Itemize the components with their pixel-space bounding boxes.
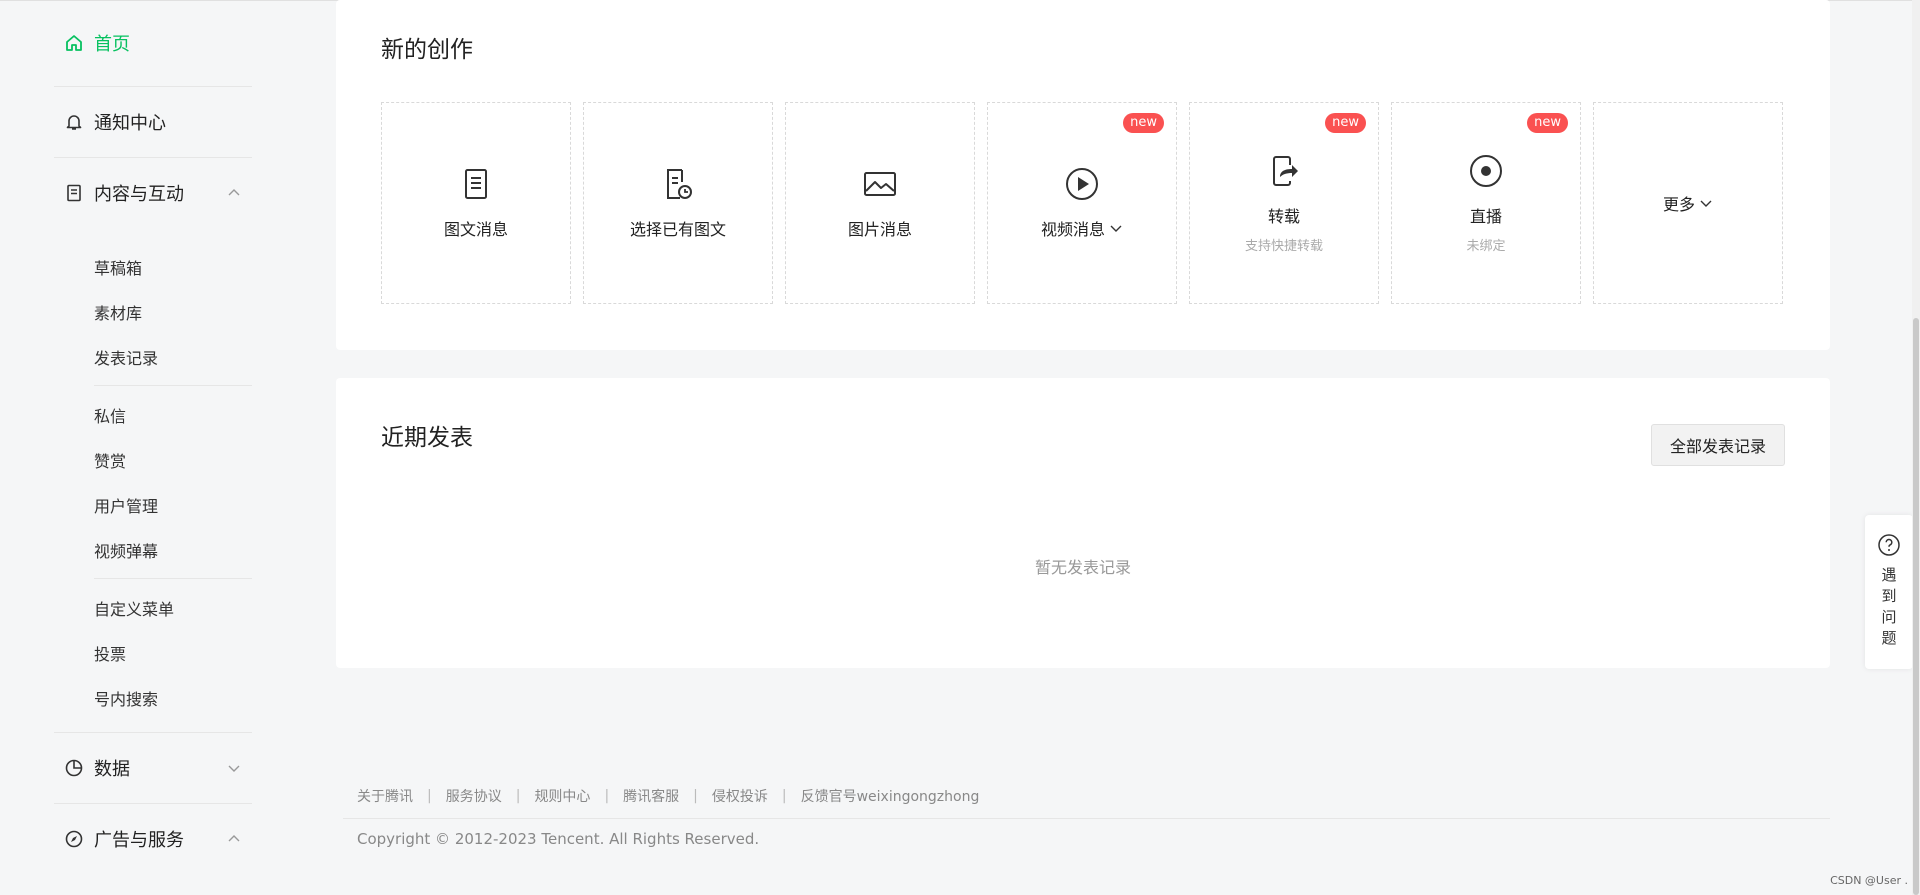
footer-link-rules[interactable]: 规则中心 (534, 786, 590, 806)
sidebar-item-messages[interactable]: 私信 (54, 392, 252, 437)
content-submenu: 草稿箱 素材库 发表记录 私信 赞赏 用户管理 视频弹幕 自定义菜单 投票 号内… (54, 228, 252, 733)
section-title-recent: 近期发表 (381, 425, 473, 451)
sidebar-item-rewards[interactable]: 赞赏 (54, 437, 252, 482)
play-icon (1066, 168, 1098, 200)
sidebar-item-users[interactable]: 用户管理 (54, 482, 252, 527)
sidebar-item-search[interactable]: 号内搜索 (54, 675, 252, 720)
footer-divider (343, 818, 1830, 819)
live-icon (1470, 154, 1502, 187)
tile-label: 转载 (1267, 206, 1300, 226)
new-creation-card: 新的创作 图文消息 选择已有图文 图片消息 new 视频消息 new 转载 支持… (336, 0, 1830, 350)
chevron-down-icon[interactable] (226, 760, 242, 776)
home-icon (64, 33, 84, 53)
tile-label-video: 视频消息 (1041, 216, 1123, 240)
document-icon (64, 183, 84, 203)
doc-clock-icon (667, 169, 692, 199)
tile-more[interactable]: 更多 (1593, 102, 1783, 304)
nav-item-content[interactable]: 内容与互动 (54, 158, 252, 228)
footer-link-support[interactable]: 腾讯客服 (623, 786, 679, 806)
creation-tiles: 图文消息 选择已有图文 图片消息 new 视频消息 new 转载 支持快捷转载 … (381, 102, 1783, 304)
sidebar-item-vote[interactable]: 投票 (54, 630, 252, 675)
footer-link-about[interactable]: 关于腾讯 (357, 786, 413, 806)
nav-label-home: 首页 (94, 34, 130, 55)
section-title-new-creation: 新的创作 (381, 37, 473, 63)
nav-item-notifications[interactable]: 通知中心 (54, 87, 252, 158)
scrollbar-thumb[interactable] (1913, 318, 1919, 895)
tile-live[interactable]: new 直播 未绑定 (1391, 102, 1581, 304)
tile-video[interactable]: new 视频消息 (987, 102, 1177, 304)
help-label: 遇到问题 (1881, 566, 1897, 647)
divider (94, 578, 252, 579)
tile-existing-article[interactable]: 选择已有图文 (583, 102, 773, 304)
tile-repost[interactable]: new 转载 支持快捷转载 (1189, 102, 1379, 304)
new-badge: new (1325, 113, 1366, 133)
footer-link-terms[interactable]: 服务协议 (446, 786, 502, 806)
sidebar-item-custom-menu[interactable]: 自定义菜单 (54, 585, 252, 630)
nav-item-home[interactable]: 首页 (54, 0, 252, 87)
new-badge: new (1123, 113, 1164, 133)
help-floating-button[interactable]: 遇到问题 (1865, 515, 1913, 669)
footer-separator: | (781, 788, 787, 804)
more-label: 更多 (1662, 195, 1695, 214)
question-icon (1878, 534, 1900, 556)
footer-separator: | (515, 788, 521, 804)
nav-label-ads: 广告与服务 (94, 830, 184, 851)
tile-label: 直播 (1469, 206, 1502, 226)
tile-label: 选择已有图文 (629, 220, 726, 239)
all-records-button[interactable]: 全部发表记录 (1650, 424, 1785, 466)
footer-separator: | (604, 788, 610, 804)
footer-separator: | (427, 788, 432, 804)
footer-separator: | (693, 788, 698, 804)
tile-sub-label: 未绑定 (1466, 238, 1506, 254)
chevron-down-icon (1700, 200, 1712, 207)
sidebar-item-drafts[interactable]: 草稿箱 (54, 244, 252, 289)
pie-chart-icon (64, 758, 84, 778)
nav-item-ads[interactable]: 广告与服务 (54, 804, 252, 874)
footer-link-complaint[interactable]: 侵权投诉 (712, 786, 768, 806)
doc-icon (465, 169, 487, 199)
tile-image[interactable]: 图片消息 (785, 102, 975, 304)
sidebar-item-materials[interactable]: 素材库 (54, 289, 252, 334)
nav-label-content: 内容与互动 (94, 184, 184, 205)
footer-links: 关于腾讯 | 服务协议 | 规则中心 | 腾讯客服 | 侵权投诉 | 反馈官号w… (357, 786, 979, 806)
nav-item-data[interactable]: 数据 (54, 733, 252, 804)
share-icon (1273, 155, 1298, 186)
sidebar-item-video-danmaku[interactable]: 视频弹幕 (54, 527, 252, 572)
footer-link-feedback[interactable]: 反馈官号weixingongzhong (801, 786, 980, 806)
nav-label-notifications: 通知中心 (94, 113, 166, 134)
chevron-up-icon[interactable] (226, 831, 242, 847)
tile-sub-label: 支持快捷转载 (1244, 238, 1323, 254)
compass-icon (64, 829, 84, 849)
empty-state-text: 暂无发表记录 (1034, 558, 1131, 577)
chevron-down-icon (1110, 225, 1122, 232)
sidebar: 首页 通知中心 内容与互动 草稿箱 素材库 发表记录 私信 赞赏 用户管理 视频… (54, 0, 252, 874)
watermark-text: CSDN @User . (1830, 874, 1908, 887)
divider (94, 385, 252, 386)
sidebar-item-publish-records[interactable]: 发表记录 (54, 334, 252, 379)
image-icon (864, 172, 896, 196)
tile-article[interactable]: 图文消息 (381, 102, 571, 304)
recent-publications-card: 近期发表 全部发表记录 暂无发表记录 (336, 378, 1830, 668)
copyright-text: Copyright © 2012-2023 Tencent. All Right… (357, 830, 760, 848)
tile-label: 图片消息 (847, 220, 912, 239)
nav-label-data: 数据 (94, 759, 130, 780)
more-button[interactable]: 更多 (1663, 191, 1713, 215)
new-badge: new (1527, 113, 1568, 133)
tile-label: 图文消息 (443, 220, 508, 239)
tile-label: 视频消息 (1040, 220, 1105, 239)
bell-icon (64, 112, 84, 132)
chevron-up-icon[interactable] (226, 185, 242, 201)
